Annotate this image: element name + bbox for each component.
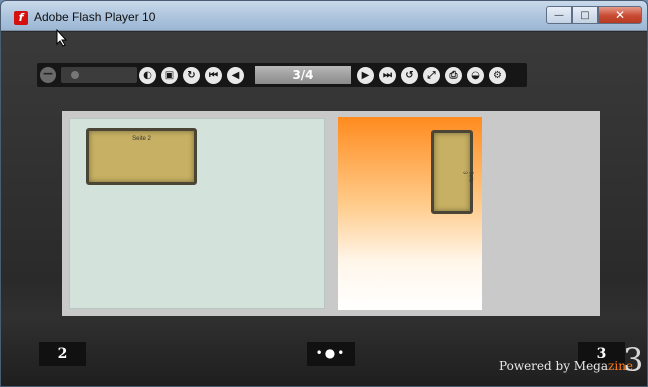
- powered-by-megazine[interactable]: Powered by Megazine 3: [499, 341, 643, 379]
- page-card-right: Seite 3: [431, 130, 474, 214]
- page-card-right-label: Seite 3: [461, 171, 474, 183]
- page-card-left: Seite 2: [86, 128, 197, 185]
- last-page-icon[interactable]: ⏭: [379, 67, 396, 84]
- page-indicator[interactable]: 3/4: [255, 66, 351, 84]
- minimize-button[interactable]: —: [546, 6, 572, 24]
- window-title: Adobe Flash Player 10: [34, 10, 156, 24]
- megazine-logo-mark: 3: [623, 341, 644, 379]
- zoom-slider-knob[interactable]: [71, 71, 79, 79]
- viewer-toolbar: − ◐ ▣ ↻ ⏮ ◀ 3/4 ▶ ⏭ ↺ ⤢ ⎙ ◒ ⚙: [37, 63, 527, 87]
- zoom-out-icon[interactable]: −: [40, 67, 56, 83]
- fullscreen-icon[interactable]: ▣: [161, 67, 178, 84]
- settings-icon[interactable]: ⚙: [489, 67, 506, 84]
- link-icon[interactable]: ⤢: [423, 67, 440, 84]
- first-page-icon[interactable]: ⏮: [205, 67, 222, 84]
- flash-app-icon: f: [14, 11, 28, 25]
- prev-page-icon[interactable]: ◀: [227, 67, 244, 84]
- zoom-slider[interactable]: [61, 67, 137, 83]
- flash-player-window: f Adobe Flash Player 10 — □ ✕ − ◐ ▣ ↻ ⏮ …: [0, 0, 648, 387]
- download-icon[interactable]: ◒: [467, 67, 484, 84]
- powered-by-text: Powered by Mega: [499, 359, 609, 373]
- print-icon[interactable]: ⎙: [445, 67, 462, 84]
- page-card-left-label: Seite 2: [132, 136, 151, 142]
- window-controls: — □ ✕: [546, 6, 642, 24]
- close-button[interactable]: ✕: [598, 6, 642, 24]
- page-navigation-dots[interactable]: •●•: [307, 342, 355, 366]
- autoplay-icon[interactable]: ↺: [401, 67, 418, 84]
- rotate-icon[interactable]: ↻: [183, 67, 200, 84]
- speaker-icon[interactable]: ◐: [139, 67, 156, 84]
- next-page-icon[interactable]: ▶: [357, 67, 374, 84]
- mouse-cursor-icon: [56, 29, 68, 47]
- left-page-number[interactable]: 2: [39, 342, 86, 366]
- maximize-button[interactable]: □: [572, 6, 598, 24]
- title-bar[interactable]: f Adobe Flash Player 10 — □ ✕: [1, 1, 647, 31]
